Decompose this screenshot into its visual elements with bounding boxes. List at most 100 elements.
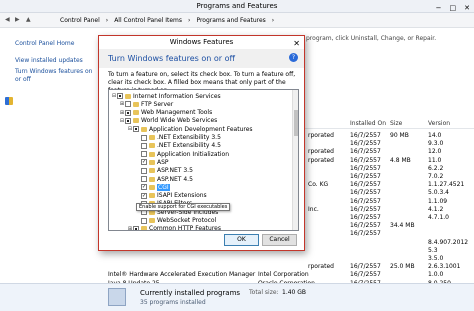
forward-arrow-icon[interactable]: ▶ (15, 16, 20, 23)
feature-label: .NET Extensibility 4.5 (157, 142, 221, 150)
feature-row[interactable]: WebSocket Protocol (135, 217, 216, 225)
feature-row[interactable]: ⊟ Internet Information Services (111, 92, 221, 100)
feature-checkbox[interactable] (117, 93, 123, 99)
program-version: 8.4.907.2012 (428, 238, 469, 246)
feature-checkbox[interactable] (125, 101, 131, 108)
feature-label: ASP.NET 4.5 (157, 175, 193, 183)
folder-icon (149, 143, 155, 149)
program-installed-on: 16/7/2557 (350, 214, 381, 221)
folder-icon (149, 193, 155, 199)
program-version: 1.0.0 (428, 271, 444, 279)
feature-row[interactable]: ⊞ Web Management Tools (119, 109, 212, 117)
program-version: 12.0 (428, 148, 442, 156)
program-installed-on: 16/7/2557 (350, 222, 381, 230)
view-installed-updates-link[interactable]: View installed updates (15, 57, 83, 64)
breadcrumb-all-items[interactable]: All Control Panel Items (114, 17, 182, 24)
program-installed-on: 16/7/2557 (350, 197, 381, 205)
folder-icon (149, 151, 155, 157)
sidebar: Control Panel Home View installed update… (0, 29, 98, 311)
feature-checkbox[interactable] (133, 126, 139, 133)
back-arrow-icon[interactable]: ◀ (5, 16, 10, 23)
up-arrow-icon[interactable]: ▲ (26, 16, 31, 23)
column-size[interactable]: Size (390, 120, 402, 127)
feature-checkbox[interactable]: ✓ (141, 184, 147, 191)
breadcrumb-control-panel[interactable]: Control Panel (60, 17, 100, 24)
feature-row[interactable]: .NET Extensibility 3.5 (135, 134, 221, 142)
feature-label: ISAPI Extensions (157, 192, 207, 200)
turn-windows-features-link[interactable]: Turn Windows features on or off (15, 68, 93, 84)
program-installed-on: 16/7/2557 (350, 271, 381, 279)
window-title: Programs and Features (196, 2, 278, 10)
program-publisher: Intel Corporation (258, 271, 309, 279)
feature-checkbox[interactable] (141, 217, 147, 224)
program-publisher: Inc. (308, 205, 319, 213)
folder-icon (125, 93, 131, 99)
feature-row[interactable]: ⊟ World Wide Web Services (119, 117, 217, 125)
program-installed-on: 16/7/2557 (350, 173, 381, 180)
folder-icon (149, 176, 155, 182)
status-bar: Currently installed programs Total size:… (0, 283, 474, 311)
feature-checkbox[interactable] (133, 225, 139, 230)
programs-icon (108, 288, 126, 306)
cancel-button[interactable]: Cancel (262, 234, 297, 246)
program-version: 3.5.0 (428, 255, 444, 262)
program-row[interactable]: 3.5.0 (98, 255, 474, 263)
folder-icon (149, 168, 155, 174)
feature-checkbox[interactable] (141, 167, 147, 174)
program-installed-on: 16/7/2557 (350, 181, 381, 189)
control-panel-home-link[interactable]: Control Panel Home (15, 40, 74, 47)
program-version: 9.3.0 (428, 140, 444, 148)
feature-row[interactable]: ASP.NET 4.5 (135, 175, 193, 183)
feature-row[interactable]: ✓ ISAPI Extensions (135, 192, 207, 200)
address-bar[interactable]: ◀ ▶ ▲ Control Panel › All Control Panel I… (0, 13, 474, 28)
feature-row[interactable]: ✓ ASP (135, 158, 169, 166)
feature-row[interactable]: ⊞ FTP Server (119, 100, 173, 108)
feature-checkbox[interactable] (141, 134, 147, 141)
feature-checkbox[interactable] (141, 176, 147, 182)
feature-checkbox[interactable]: ✓ (141, 159, 147, 166)
feature-label: Web Management Tools (141, 109, 213, 117)
feature-row[interactable]: ⊟ Application Development Features (127, 125, 253, 133)
program-row[interactable]: rporated 16/7/2557 25.0 MB 2.6.3.1001 (98, 263, 474, 271)
program-version: 2.6.3.1001 (428, 263, 461, 271)
program-name: Intel® Hardware Accelerated Execution Ma… (108, 271, 256, 279)
program-installed-on: 16/7/2557 (350, 148, 381, 156)
feature-row[interactable]: .NET Extensibility 4.5 (135, 142, 221, 150)
program-row[interactable]: Intel® Hardware Accelerated Execution Ma… (98, 271, 474, 279)
column-installed-on[interactable]: Installed On (350, 120, 386, 127)
folder-icon (133, 118, 139, 124)
tree-scrollbar[interactable] (292, 90, 298, 230)
program-installed-on: 16/7/2557 (350, 230, 381, 238)
feature-checkbox[interactable] (141, 142, 147, 149)
feature-row[interactable]: ⊞ Common HTTP Features (127, 225, 221, 230)
program-installed-on: 16/7/2557 (350, 205, 381, 213)
ok-button[interactable]: OK (224, 234, 259, 246)
column-version[interactable]: Version (428, 120, 450, 127)
scrollbar-thumb[interactable] (294, 110, 298, 136)
feature-checkbox[interactable]: ✓ (141, 192, 147, 199)
folder-icon (149, 184, 155, 190)
dialog-title-bar: Windows Features ✕ (99, 36, 304, 49)
feature-row[interactable]: ✓ CGI (135, 183, 170, 191)
status-main-text: Currently installed programs (140, 289, 241, 297)
help-icon[interactable]: ? (289, 53, 298, 62)
feature-label: FTP Server (141, 100, 174, 108)
status-size-value: 1.40 GB (282, 289, 307, 296)
program-size: 4.8 MB (390, 156, 411, 164)
feature-checkbox[interactable] (125, 117, 131, 124)
program-publisher: rporated (308, 132, 334, 139)
program-version: 1.1.09 (428, 197, 448, 205)
feature-row[interactable]: Application Initialization (135, 150, 229, 158)
program-publisher: rporated (308, 263, 334, 271)
feature-row[interactable]: ASP.NET 3.5 (135, 167, 193, 175)
breadcrumb-programs-features[interactable]: Programs and Features (196, 17, 265, 24)
program-publisher: Co. KG (308, 181, 329, 189)
program-installed-on: 16/7/2557 (350, 132, 381, 139)
program-installed-on: 16/7/2557 (350, 140, 381, 148)
feature-checkbox[interactable] (141, 151, 147, 158)
feature-checkbox[interactable] (125, 109, 131, 116)
window-title-bar: Programs and Features − □ ✕ (0, 0, 474, 13)
feature-label: ASP (157, 158, 169, 166)
feature-label: .NET Extensibility 3.5 (157, 134, 221, 141)
folder-icon (133, 110, 139, 116)
